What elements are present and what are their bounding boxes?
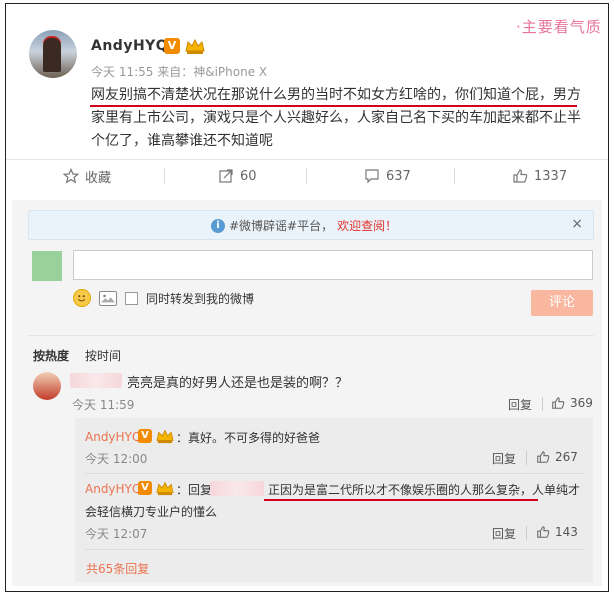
reply-text: ：真好。不可多得的好爸爸 — [176, 431, 321, 445]
post-line-3: 个亿了，谁高攀谁还不知道呢 — [91, 133, 273, 149]
repost-checkbox[interactable] — [125, 291, 138, 305]
author-name[interactable]: AndyHYQ — [91, 38, 168, 54]
reply-like-button[interactable]: 143 — [536, 525, 578, 539]
reply-text-line2: 会轻信横刀专业户的懂么 — [85, 505, 218, 519]
comment-text: 亮亮是真的好男人还是也是装的啊？？ — [127, 376, 349, 391]
repost-icon — [219, 169, 233, 183]
reply-like-count: 267 — [555, 450, 578, 464]
rumor-notice-bar: i #微博辟谣#平台， 欢迎查阅！ × — [28, 210, 594, 240]
repost-count: 60 — [240, 168, 257, 184]
comment-count: 637 — [386, 168, 411, 184]
divider — [526, 451, 527, 465]
current-user-avatar — [32, 251, 62, 281]
star-icon — [63, 168, 79, 184]
reply-author[interactable]: AndyHYQ — [85, 482, 141, 496]
notice-text: #微博辟谣#平台， — [229, 219, 334, 233]
divider — [454, 168, 455, 184]
verified-v-icon: V — [164, 38, 180, 54]
post-actions: 收藏 60 637 1337 — [6, 160, 608, 192]
like-button[interactable]: 1337 — [512, 160, 567, 192]
divider — [85, 549, 585, 550]
submit-comment-button[interactable]: 评论 — [531, 290, 593, 316]
favorite-button[interactable]: 收藏 — [63, 160, 111, 192]
thumbs-up-icon — [537, 526, 550, 538]
reply-like-button[interactable]: 267 — [536, 450, 578, 464]
repost-checkbox-label: 同时转发到我的微博 — [146, 291, 255, 306]
emoji-icon[interactable] — [73, 289, 91, 307]
reply-button[interactable]: 回复 — [492, 450, 516, 467]
thumbs-up-icon — [552, 397, 565, 409]
sort-by-hot[interactable]: 按热度 — [33, 347, 69, 364]
reply-button[interactable]: 回复 — [508, 396, 532, 413]
notice-link[interactable]: 欢迎查阅！ — [337, 217, 397, 234]
like-count: 1337 — [534, 168, 568, 184]
divider — [306, 168, 307, 184]
commenter-avatar[interactable] — [33, 372, 61, 400]
blurred-username — [210, 481, 264, 496]
divider — [542, 397, 543, 411]
post-line-1: 网友别搞不清楚状况在那说什么男的当时不如女方红啥的，你们知道个屁，男方 — [91, 87, 581, 103]
watermark-text: ·主要看气质 — [516, 18, 602, 36]
comment-sort: 按热度 按时间 — [33, 347, 121, 364]
post-body: 网友别搞不清楚状况在那说什么男的当时不如女方红啥的，你们知道个屁，男方 家里有上… — [91, 84, 591, 153]
comment-like-button[interactable]: 369 — [551, 396, 593, 410]
highlight-underline — [90, 105, 577, 107]
thumbs-up-icon — [537, 451, 550, 463]
more-replies-link[interactable]: 共65条回复 — [86, 560, 149, 577]
weibo-post-frame: AndyHYQ V ·主要看气质 今天 11:55 来自：神&iPhone X … — [5, 3, 609, 592]
reply-like-count: 143 — [555, 525, 578, 539]
divider — [28, 335, 594, 336]
thumbs-up-icon — [513, 169, 528, 183]
composer-tools: 同时转发到我的微博 — [73, 289, 254, 307]
favorite-label: 收藏 — [85, 170, 112, 186]
verified-v-icon: V — [138, 481, 152, 495]
post-meta: 今天 11:55 来自：神&iPhone X — [91, 65, 268, 79]
comment-input[interactable] — [73, 250, 593, 280]
reply-time: 今天 12:07 — [85, 527, 148, 541]
post-line-2: 家里有上市公司，演戏只是个人兴趣好么，人家自己名下买的车加起来都不止半 — [91, 110, 581, 126]
divider — [526, 526, 527, 540]
comment-icon — [365, 169, 379, 184]
repost-button[interactable]: 60 — [218, 160, 257, 192]
blurred-username — [70, 373, 122, 388]
member-crown-icon — [184, 37, 206, 55]
reply-time: 今天 12:00 — [85, 452, 148, 466]
reply-text: 正因为是富二代所以才不像娱乐圈的人那么复杂，人单纯才 — [268, 483, 581, 497]
reply-button[interactable]: 回复 — [492, 525, 516, 542]
author-avatar[interactable] — [29, 30, 77, 78]
comment-button[interactable]: 637 — [364, 160, 411, 192]
reply-prefix: ：回复 — [176, 483, 213, 497]
highlight-underline — [264, 499, 538, 501]
comment-like-count: 369 — [570, 396, 593, 410]
reply-author[interactable]: AndyHYQ — [85, 430, 141, 444]
sort-by-time[interactable]: 按时间 — [85, 347, 121, 364]
divider — [164, 168, 165, 184]
divider — [85, 473, 585, 474]
info-icon: i — [211, 218, 225, 233]
comment-time: 今天 11:59 — [72, 398, 135, 412]
member-crown-icon — [155, 428, 177, 446]
member-crown-icon — [155, 480, 177, 498]
image-icon[interactable] — [99, 290, 117, 306]
verified-v-icon: V — [138, 429, 152, 443]
close-icon[interactable]: × — [571, 216, 583, 232]
